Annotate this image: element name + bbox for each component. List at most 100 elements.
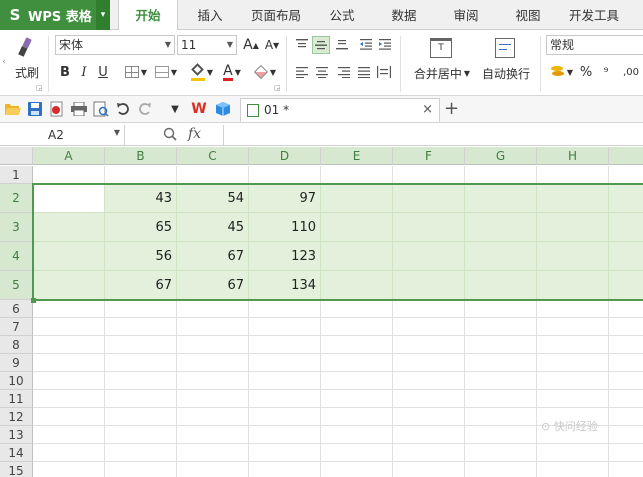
row-header-2[interactable]: 2: [0, 184, 33, 213]
cell-e13[interactable]: [321, 426, 393, 444]
row-header-7[interactable]: 7: [0, 318, 33, 336]
cell-g11[interactable]: [465, 390, 537, 408]
cell-c4[interactable]: 67: [177, 242, 249, 271]
merge-center-button[interactable]: 合并居中 ▼: [410, 64, 474, 82]
cell-c8[interactable]: [177, 336, 249, 354]
cell-b10[interactable]: [105, 372, 177, 390]
ribbon-scroll-left-icon[interactable]: ‹: [0, 52, 8, 72]
cell-g12[interactable]: [465, 408, 537, 426]
thousands-separator-button[interactable]: ⁹: [598, 62, 614, 82]
cell-a5[interactable]: [33, 271, 105, 300]
distributed-align-button[interactable]: [376, 64, 392, 80]
cell-x5[interactable]: [609, 271, 643, 300]
cell-f10[interactable]: [393, 372, 465, 390]
tab-data[interactable]: 数据: [380, 0, 428, 30]
wps-home-button[interactable]: W: [190, 100, 208, 118]
merge-center-icon-button[interactable]: T: [428, 36, 454, 60]
cell-d7[interactable]: [249, 318, 321, 336]
font-size-select[interactable]: 11 ▼: [177, 35, 237, 55]
increase-indent-button[interactable]: [377, 36, 393, 52]
column-header-a[interactable]: A: [33, 147, 105, 165]
chevron-down-icon[interactable]: ▼: [114, 128, 120, 137]
cell-d12[interactable]: [249, 408, 321, 426]
column-header-f[interactable]: F: [393, 147, 465, 165]
cell-d15[interactable]: [249, 462, 321, 477]
borders-button[interactable]: ▼: [121, 62, 151, 82]
cell-f2[interactable]: [393, 184, 465, 213]
insert-function-button[interactable]: fx: [188, 126, 201, 142]
cell-c15[interactable]: [177, 462, 249, 477]
new-tab-button[interactable]: +: [444, 98, 459, 119]
cell-f3[interactable]: [393, 213, 465, 242]
cell-x3[interactable]: [609, 213, 643, 242]
cell-e4[interactable]: [321, 242, 393, 271]
number-format-select[interactable]: 常规: [546, 35, 643, 55]
align-right-button[interactable]: [336, 64, 352, 80]
cell-e11[interactable]: [321, 390, 393, 408]
cell-d2[interactable]: 97: [249, 184, 321, 213]
cell-b9[interactable]: [105, 354, 177, 372]
cell-f8[interactable]: [393, 336, 465, 354]
row-header-8[interactable]: 8: [0, 336, 33, 354]
align-bottom-button[interactable]: [334, 36, 350, 52]
cell-g13[interactable]: [465, 426, 537, 444]
column-header-g[interactable]: G: [465, 147, 537, 165]
cell-c10[interactable]: [177, 372, 249, 390]
underline-button[interactable]: U: [95, 62, 111, 82]
app-menu-dropdown-icon[interactable]: ▾: [96, 0, 110, 30]
cell-c2[interactable]: 54: [177, 184, 249, 213]
cell-g2[interactable]: [465, 184, 537, 213]
cell-e6[interactable]: [321, 300, 393, 318]
cell-e5[interactable]: [321, 271, 393, 300]
align-center-button[interactable]: [314, 64, 330, 80]
row-header-14[interactable]: 14: [0, 444, 33, 462]
cell-g9[interactable]: [465, 354, 537, 372]
wrap-text-icon-button[interactable]: [493, 36, 517, 60]
cloud-docs-button[interactable]: [214, 100, 232, 118]
column-header-e[interactable]: E: [321, 147, 393, 165]
cell-h15[interactable]: [537, 462, 609, 477]
cell-a12[interactable]: [33, 408, 105, 426]
cell-f11[interactable]: [393, 390, 465, 408]
increase-decimal-button[interactable]: ,00: [620, 62, 642, 82]
column-header-c[interactable]: C: [177, 147, 249, 165]
customize-toolbar-dropdown-icon[interactable]: ▼: [166, 100, 184, 118]
align-middle-button[interactable]: [312, 36, 330, 54]
save-button[interactable]: [26, 100, 44, 118]
cell-d1[interactable]: [249, 166, 321, 184]
cell-c3[interactable]: 45: [177, 213, 249, 242]
cell-h11[interactable]: [537, 390, 609, 408]
row-header-15[interactable]: 15: [0, 462, 33, 477]
fill-handle[interactable]: [31, 298, 36, 303]
format-painter-button[interactable]: [12, 34, 40, 62]
cell-g8[interactable]: [465, 336, 537, 354]
cell-h9[interactable]: [537, 354, 609, 372]
redo-button[interactable]: [136, 100, 154, 118]
cell-f9[interactable]: [393, 354, 465, 372]
cell-style-button[interactable]: ▼: [152, 62, 180, 82]
font-name-select[interactable]: 宋体 ▼: [55, 35, 175, 55]
tab-view[interactable]: 视图: [504, 0, 552, 30]
cell-d10[interactable]: [249, 372, 321, 390]
decrease-font-button[interactable]: A ▼: [263, 35, 281, 55]
cell-x8[interactable]: [609, 336, 643, 354]
cell-b3[interactable]: 65: [105, 213, 177, 242]
italic-button[interactable]: I: [76, 62, 92, 82]
column-header-b[interactable]: B: [105, 147, 177, 165]
cell-f14[interactable]: [393, 444, 465, 462]
fill-color-button[interactable]: ▼: [188, 62, 216, 82]
row-header-6[interactable]: 6: [0, 300, 33, 318]
cell-e9[interactable]: [321, 354, 393, 372]
cell-c13[interactable]: [177, 426, 249, 444]
cell-c6[interactable]: [177, 300, 249, 318]
tab-home[interactable]: 开始: [118, 0, 178, 31]
row-header-9[interactable]: 9: [0, 354, 33, 372]
cell-a4[interactable]: [33, 242, 105, 271]
cell-c11[interactable]: [177, 390, 249, 408]
cell-b5[interactable]: 67: [105, 271, 177, 300]
cell-b7[interactable]: [105, 318, 177, 336]
cell-x11[interactable]: [609, 390, 643, 408]
align-top-button[interactable]: [294, 36, 310, 52]
app-menu-button[interactable]: S WPS 表格 ▾: [0, 0, 110, 30]
cell-e14[interactable]: [321, 444, 393, 462]
